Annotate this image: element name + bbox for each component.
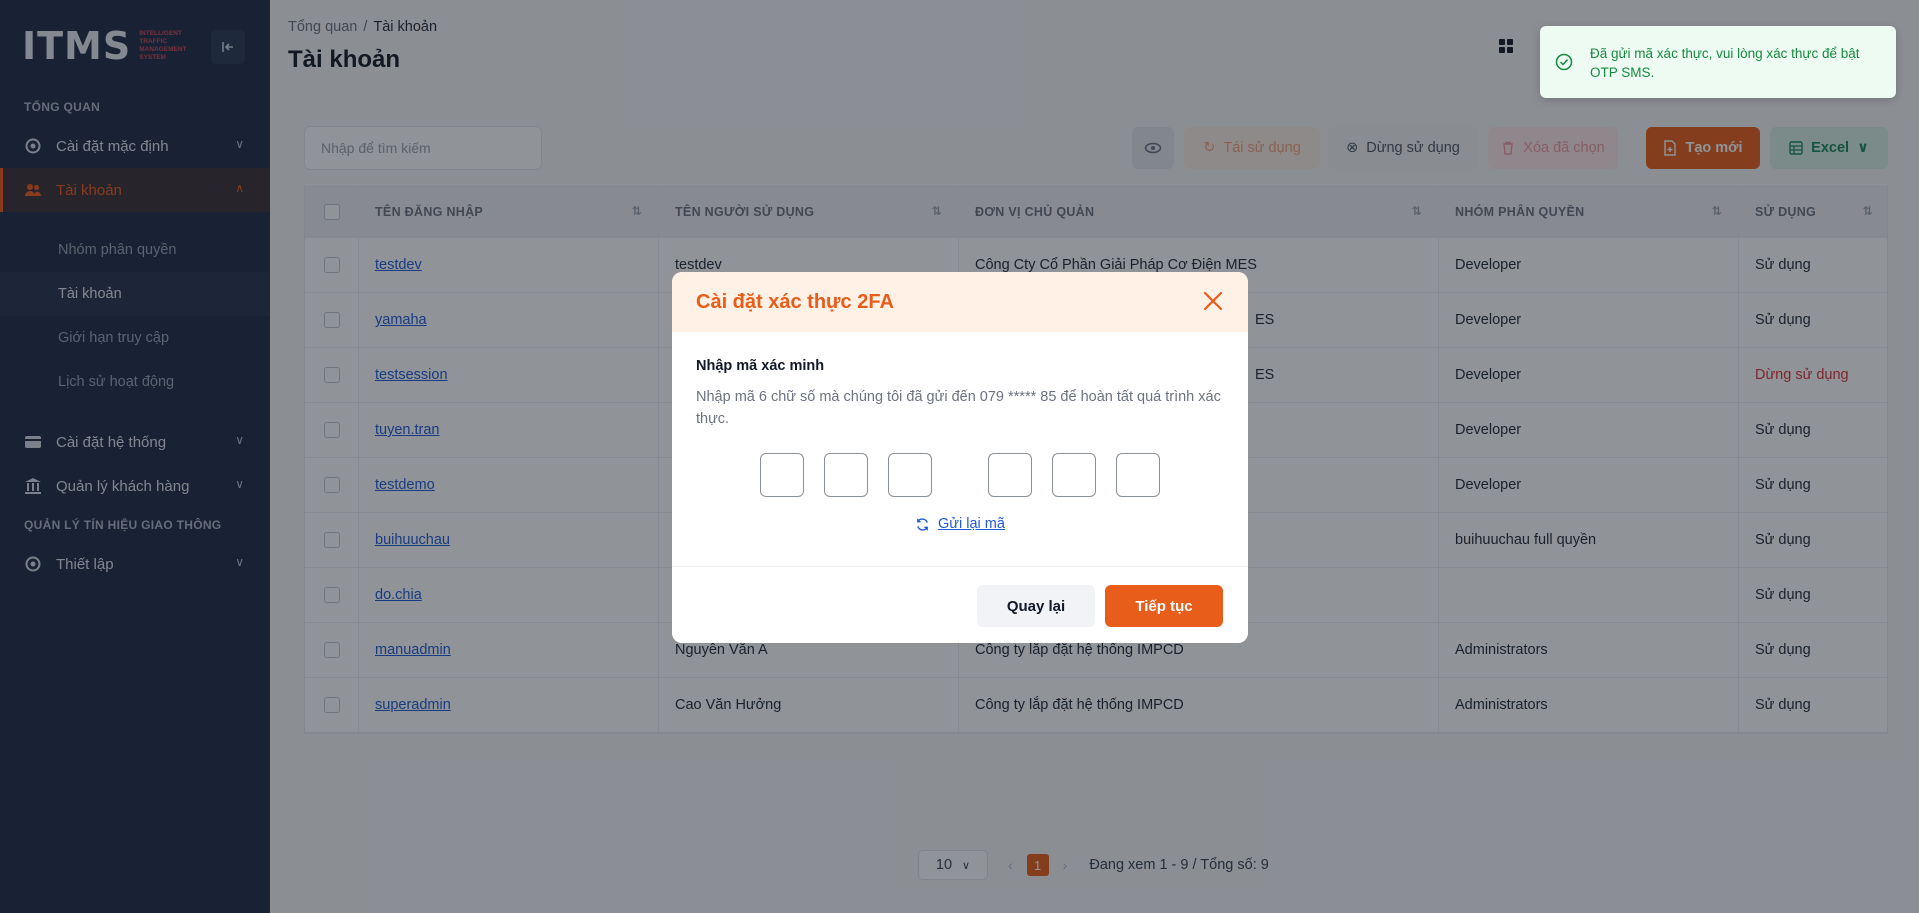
otp-input-3[interactable] — [888, 453, 932, 497]
modal-divider — [672, 566, 1248, 567]
check-circle-icon — [1555, 53, 1573, 71]
success-toast[interactable]: Đã gửi mã xác thực, vui lòng xác thực để… — [1540, 26, 1896, 98]
otp-input-5[interactable] — [1052, 453, 1096, 497]
modal-title: Cài đặt xác thực 2FA — [696, 290, 894, 313]
otp-input-4[interactable] — [988, 453, 1032, 497]
resend-code-label: Gửi lại mã — [938, 516, 1005, 532]
continue-button[interactable]: Tiếp tục — [1105, 585, 1223, 627]
refresh-icon — [917, 517, 928, 531]
close-icon[interactable] — [1200, 288, 1226, 314]
verification-code-label: Nhập mã xác minh — [696, 358, 825, 374]
back-button[interactable]: Quay lại — [977, 585, 1095, 627]
toast-message: Đã gửi mã xác thực, vui lòng xác thực để… — [1590, 46, 1860, 80]
otp-input-2[interactable] — [824, 453, 868, 497]
otp-input-6[interactable] — [1116, 453, 1160, 497]
continue-label: Tiếp tục — [1135, 597, 1193, 615]
resend-code-link[interactable]: Gửi lại mã — [672, 516, 1248, 532]
verification-description: Nhập mã 6 chữ số mà chúng tôi đã gửi đến… — [696, 389, 1221, 427]
otp-input-1[interactable] — [760, 453, 804, 497]
modal-header: Cài đặt xác thực 2FA — [672, 272, 1248, 332]
back-label: Quay lại — [1006, 597, 1066, 615]
two-factor-modal: Cài đặt xác thực 2FA Nhập mã xác minh Nh… — [672, 272, 1248, 643]
